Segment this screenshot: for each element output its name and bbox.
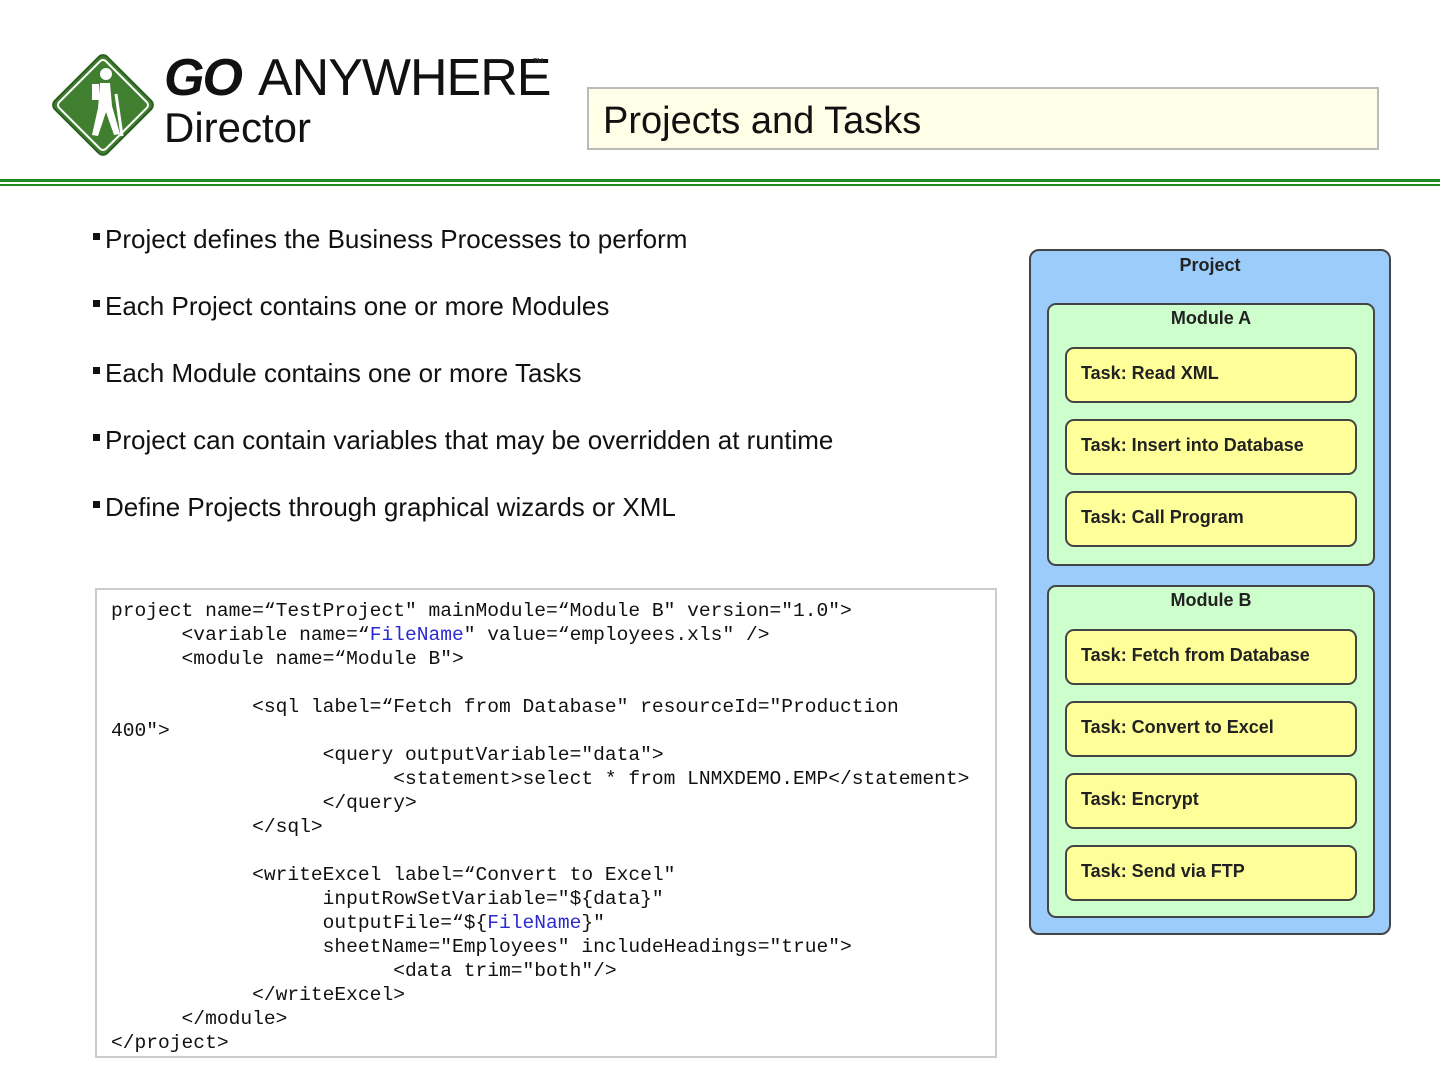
module-label: Module A [1170,308,1252,328]
code-text: }" [581,912,605,934]
task-box: Task: Insert into Database [1065,419,1357,475]
logo-director: Director [164,104,312,151]
code-line: <variable name=“FileName" value=“employe… [111,624,770,646]
bullet-item: Each Module contains one or more Tasks [93,358,833,425]
bullet-square-icon [93,501,100,508]
code-line: project name=“TestProject" mainModule=“M… [111,600,852,622]
code-text: <data trim="both"/> [111,960,617,982]
header-divider-secondary [0,184,1440,186]
code-text: outputFile=“${ [111,912,488,934]
bullet-square-icon [93,300,100,307]
code-text: 400"> [111,720,170,742]
code-line: <data trim="both"/> [111,960,617,982]
code-text: </writeExcel> [111,984,405,1006]
code-variable-highlight: FileName [369,624,464,646]
task-box: Task: Fetch from Database [1065,629,1357,685]
bullet-text: Each Module contains one or more Tasks [105,358,582,388]
code-line: <sql label=“Fetch from Database" resourc… [111,696,899,718]
code-line: <writeExcel label=“Convert to Excel" [111,864,675,886]
task-box: Task: Send via FTP [1065,845,1357,901]
bullet-text: Project defines the Business Processes t… [105,224,688,254]
goanywhere-logo: GO ANYWHERE TM Director [48,49,551,160]
xml-code: project name=“TestProject" mainModule=“M… [111,599,969,1055]
task-box: Task: Convert to Excel [1065,701,1357,757]
bullet-item: Project defines the Business Processes t… [93,224,833,291]
bullet-text: Project can contain variables that may b… [105,425,834,455]
bullet-item: Project can contain variables that may b… [93,425,833,492]
code-variable-highlight: FileName [487,912,582,934]
module-label: Module B [1170,590,1252,610]
code-line: <statement>select * from LNMXDEMO.EMP</s… [111,768,969,790]
bullet-square-icon [93,233,100,240]
code-text: </sql> [111,816,323,838]
code-text: </project> [111,1032,229,1054]
code-line: <query outputVariable="data"> [111,744,664,766]
slide-title-box: Projects and Tasks [587,87,1379,150]
code-text: inputRowSetVariable="${data}" [111,888,664,910]
bullet-square-icon [93,367,100,374]
logo-anywhere: ANYWHERE [258,49,551,107]
project-diagram: Project Module A Task: Read XML Task: Inse… [1029,249,1391,935]
code-line: sheetName="Employees" includeHeadings="t… [111,936,852,958]
bullet-item: Define Projects through graphical wizard… [93,492,833,559]
code-text: <sql label=“Fetch from Database" resourc… [111,696,899,718]
code-text: <query outputVariable="data"> [111,744,664,766]
code-line: 400"> [111,720,170,742]
task-box: Task: Read XML [1065,347,1357,403]
bullet-text: Each Project contains one or more Module… [105,291,610,321]
project-label: Project [1179,255,1241,275]
code-text: <writeExcel label=“Convert to Excel" [111,864,676,886]
logo-go: GO [164,49,243,107]
hiker-sign-icon [52,54,154,156]
bullet-square-icon [93,434,100,441]
logo-tm: TM [533,58,544,65]
code-line: </writeExcel> [111,984,405,1006]
bullet-text: Define Projects through graphical wizard… [105,492,676,522]
code-line: </project> [111,1032,229,1054]
code-line: </module> [111,1008,288,1030]
code-text: project name=“TestProject" mainModule=“M… [111,600,852,622]
code-line: </query> [111,792,417,814]
code-line: outputFile=“${FileName}" [111,912,605,934]
task-box: Task: Encrypt [1065,773,1357,829]
module-box: Module B Task: Fetch from Database Task: C… [1047,585,1375,918]
bullet-item: Each Project contains one or more Module… [93,291,833,358]
module-box: Module A Task: Read XML Task: Insert into … [1047,303,1375,566]
code-text: </module> [111,1008,288,1030]
code-text: <module name=“Module B"> [111,648,464,670]
bullet-list: Project defines the Business Processes t… [93,224,833,559]
code-text: sheetName="Employees" includeHeadings="t… [111,936,852,958]
code-text: " value=“employees.xls" /> [463,624,770,646]
code-text: <variable name=“ [111,624,370,646]
code-text: </query> [111,792,417,814]
code-line: </sql> [111,816,323,838]
code-text: <statement>select * from LNMXDEMO.EMP</s… [111,768,970,790]
task-box: Task: Call Program [1065,491,1357,547]
xml-code-box: project name=“TestProject" mainModule=“M… [95,588,997,1058]
slide-title: Projects and Tasks [603,100,922,142]
code-line: inputRowSetVariable="${data}" [111,888,664,910]
code-line: <module name=“Module B"> [111,648,464,670]
header-divider [0,179,1440,182]
